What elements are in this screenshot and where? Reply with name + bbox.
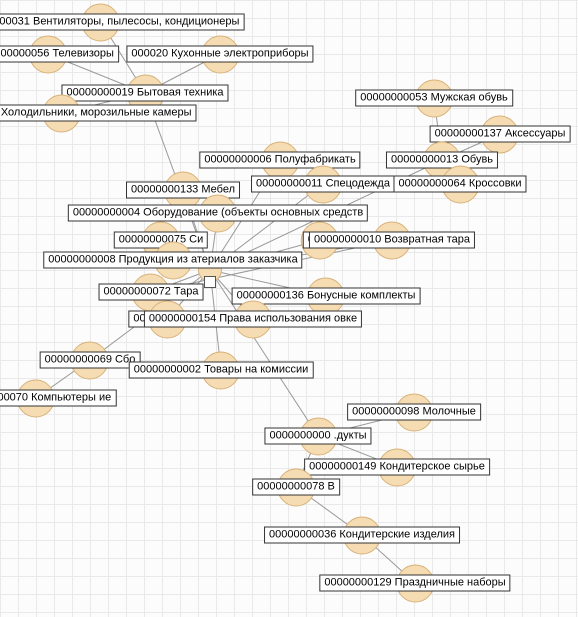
node-label: 00000000053 Мужская обувь bbox=[355, 90, 513, 107]
graph-node[interactable]: 00000000053 Мужская обувь bbox=[355, 90, 513, 107]
node-label: 00000000149 Кондитерское сырье bbox=[304, 459, 490, 476]
graph-node[interactable]: 0000000000 .дукты bbox=[264, 428, 371, 445]
node-label: 00000000070 Компьютеры ие bbox=[0, 390, 116, 407]
graph-node[interactable]: 00000000056 Телевизоры bbox=[0, 46, 119, 63]
node-label: 0000000000 .дукты bbox=[264, 428, 371, 445]
node-label: 00000000019 Бытовая техника bbox=[61, 85, 228, 102]
graph-node[interactable]: 00000000013 Обувь bbox=[386, 152, 498, 169]
graph-node[interactable]: 00000000019 Бытовая техника bbox=[61, 85, 228, 102]
graph-node[interactable]: 00000000072 Тара bbox=[99, 284, 204, 301]
graph-node[interactable]: 00000000129 Праздничные наборы bbox=[319, 575, 510, 592]
graph-node[interactable]: 00000000008 Продукция из атериалов заказ… bbox=[43, 252, 302, 269]
graph-node[interactable]: 000020 Кухонные электроприборы bbox=[126, 46, 313, 63]
node-label: 00000000098 Молочные bbox=[347, 404, 481, 421]
node-label: 00000000056 Телевизоры bbox=[0, 46, 119, 63]
graph-node[interactable]: 00000000004 Оборудование (объекты основн… bbox=[68, 205, 368, 222]
node-label: 000020 Кухонные электроприборы bbox=[126, 46, 313, 63]
node-label: 00000000137 Аксессуары bbox=[430, 126, 571, 143]
node-label: 00000000069 Сбо bbox=[40, 352, 141, 369]
node-label: 00000000002 Товары на комиссии bbox=[129, 362, 314, 379]
graph-node[interactable]: 00000000010 Возвратная тара bbox=[309, 232, 475, 249]
graph-node[interactable]: 00000000070 Компьютеры ие bbox=[0, 390, 116, 407]
graph-node[interactable]: 00000000098 Молочные bbox=[347, 404, 481, 421]
graph-node[interactable]: 00000000006 Полуфабрикать bbox=[199, 152, 360, 169]
graph-node[interactable]: 00000000137 Аксессуары bbox=[430, 126, 571, 143]
graph-node[interactable]: 00000000011 Спецодежда bbox=[251, 176, 395, 193]
graph-node[interactable]: 00000000025 Холодильники, морозильные ка… bbox=[0, 105, 197, 122]
graph-node[interactable]: 00000000078 В bbox=[252, 479, 340, 496]
node-label: 00000000064 Кроссовки bbox=[393, 176, 526, 193]
graph-node[interactable]: 00000000036 Кондитерские изделия bbox=[264, 527, 460, 544]
node-label: 00000000008 Продукция из атериалов заказ… bbox=[43, 252, 302, 269]
node-label: 00000000006 Полуфабрикать bbox=[199, 152, 360, 169]
node-label: 00000000013 Обувь bbox=[386, 152, 498, 169]
graph-node[interactable]: 00000000154 Права использования овке bbox=[144, 311, 362, 328]
node-label: 00000000129 Праздничные наборы bbox=[319, 575, 510, 592]
node-label: 00000000004 Оборудование (объекты основн… bbox=[68, 205, 368, 222]
graph-node[interactable]: 00000000064 Кроссовки bbox=[393, 176, 526, 193]
expand-icon[interactable] bbox=[204, 276, 216, 288]
node-label: 00000000025 Холодильники, морозильные ка… bbox=[0, 105, 197, 122]
node-label: 00000000078 В bbox=[252, 479, 340, 496]
node-label: 00000000011 Спецодежда bbox=[251, 176, 395, 193]
node-label: 00000000154 Права использования овке bbox=[144, 311, 362, 328]
node-label: 00000000031 Вентиляторы, пылесосы, конди… bbox=[0, 14, 244, 31]
graph-node[interactable]: 00000000002 Товары на комиссии bbox=[129, 362, 314, 379]
graph-node[interactable]: 00000000031 Вентиляторы, пылесосы, конди… bbox=[0, 14, 244, 31]
graph-node[interactable]: 00000000069 Сбо bbox=[40, 352, 141, 369]
node-label: 00000000036 Кондитерские изделия bbox=[264, 527, 460, 544]
node-label: 00000000010 Возвратная тара bbox=[309, 232, 475, 249]
node-label: 00000000072 Тара bbox=[99, 284, 204, 301]
graph-node[interactable]: 00000000149 Кондитерское сырье bbox=[304, 459, 490, 476]
